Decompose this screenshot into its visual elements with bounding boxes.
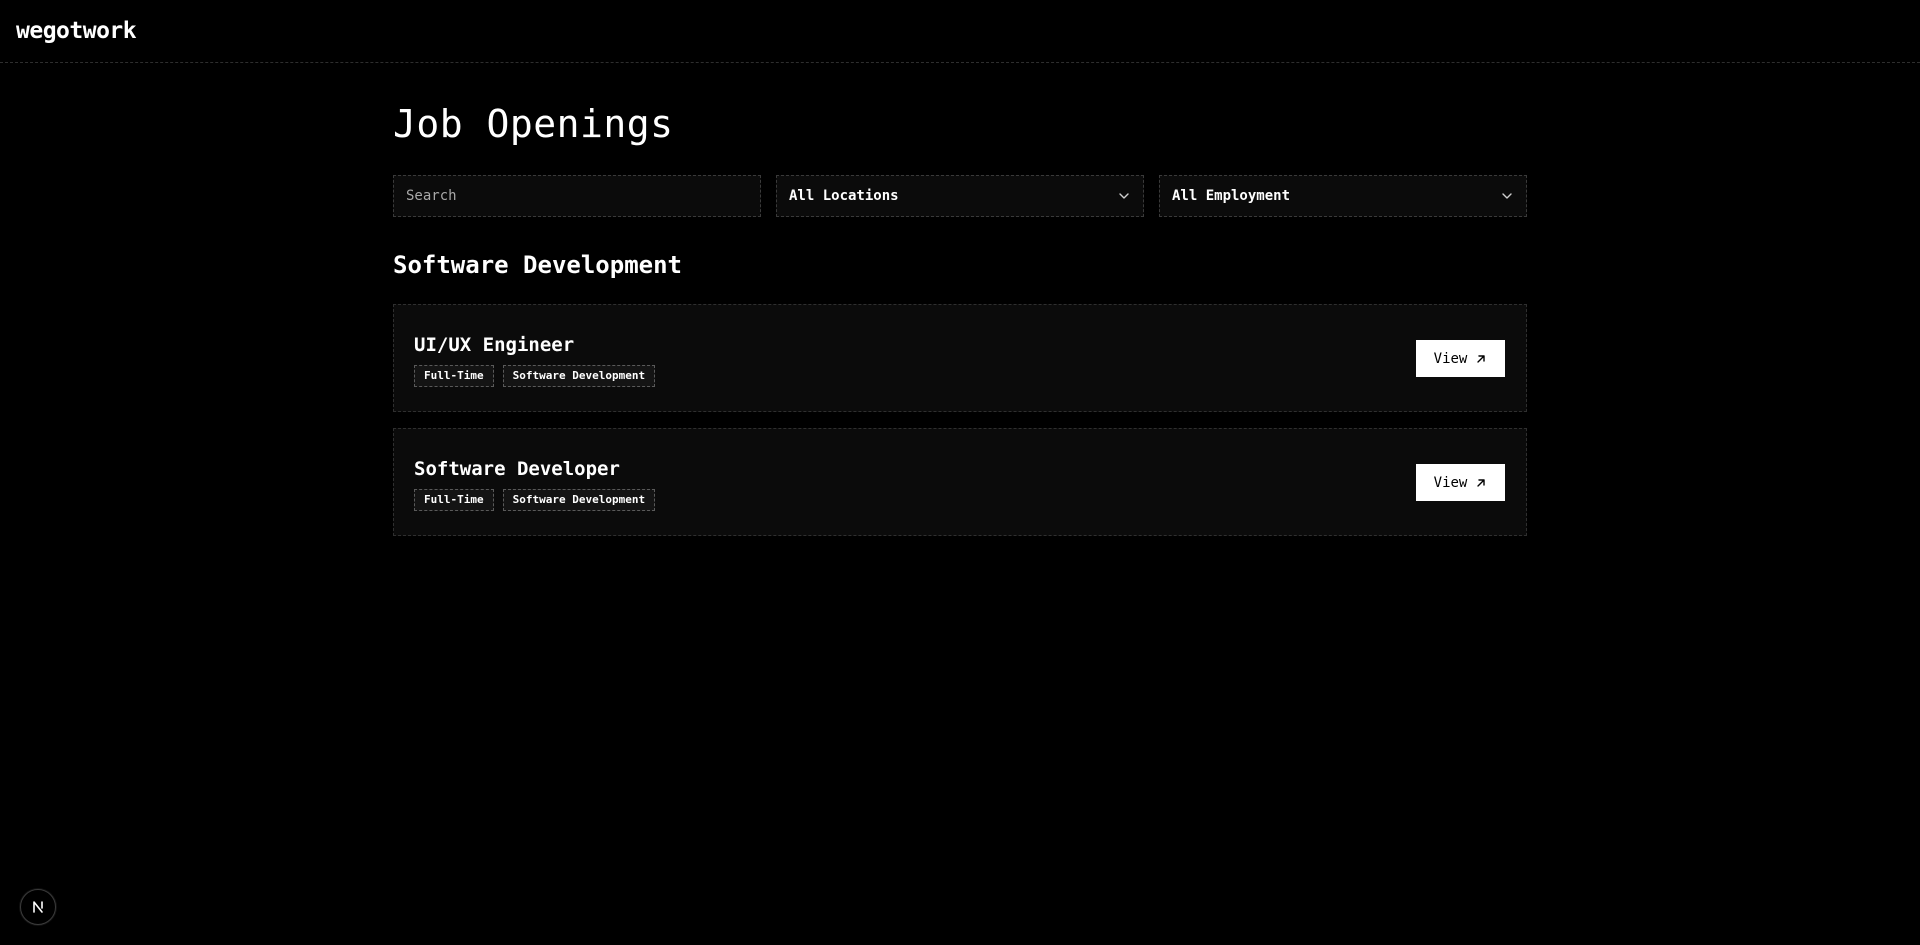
department-tag: Software Development	[502, 365, 656, 387]
job-card: UI/UX Engineer Full-Time Software Develo…	[393, 304, 1527, 412]
view-job-button[interactable]: View	[1416, 464, 1505, 501]
nextjs-dev-indicator[interactable]	[20, 889, 56, 925]
view-button-label: View	[1433, 474, 1468, 491]
page-title: Job Openings	[393, 102, 674, 146]
job-tags: Full-Time Software Development	[414, 489, 656, 511]
search-input[interactable]	[394, 176, 760, 216]
location-select[interactable]: All Locations	[776, 175, 1144, 217]
nextjs-logo-icon	[33, 901, 43, 913]
employment-select-value: All Employment	[1172, 188, 1291, 204]
department-tag: Software Development	[502, 489, 656, 511]
job-tags: Full-Time Software Development	[414, 365, 656, 387]
chevron-down-icon	[1502, 193, 1512, 199]
job-title: UI/UX Engineer	[414, 334, 575, 356]
arrow-up-right-icon	[1477, 478, 1486, 487]
brand-logo[interactable]: wegotwork	[16, 18, 137, 44]
section-title: Software Development	[393, 251, 682, 279]
filters-bar: All Locations All Employment	[393, 175, 1527, 217]
employment-select[interactable]: All Employment	[1159, 175, 1527, 217]
search-field[interactable]	[393, 175, 761, 217]
job-title: Software Developer	[414, 458, 620, 480]
employment-type-tag: Full-Time	[414, 489, 494, 511]
view-job-button[interactable]: View	[1416, 340, 1505, 377]
location-select-value: All Locations	[789, 188, 899, 204]
top-navigation-bar: wegotwork	[0, 0, 1920, 63]
chevron-down-icon	[1119, 193, 1129, 199]
employment-type-tag: Full-Time	[414, 365, 494, 387]
arrow-up-right-icon	[1477, 354, 1486, 363]
job-card: Software Developer Full-Time Software De…	[393, 428, 1527, 536]
view-button-label: View	[1433, 350, 1468, 367]
